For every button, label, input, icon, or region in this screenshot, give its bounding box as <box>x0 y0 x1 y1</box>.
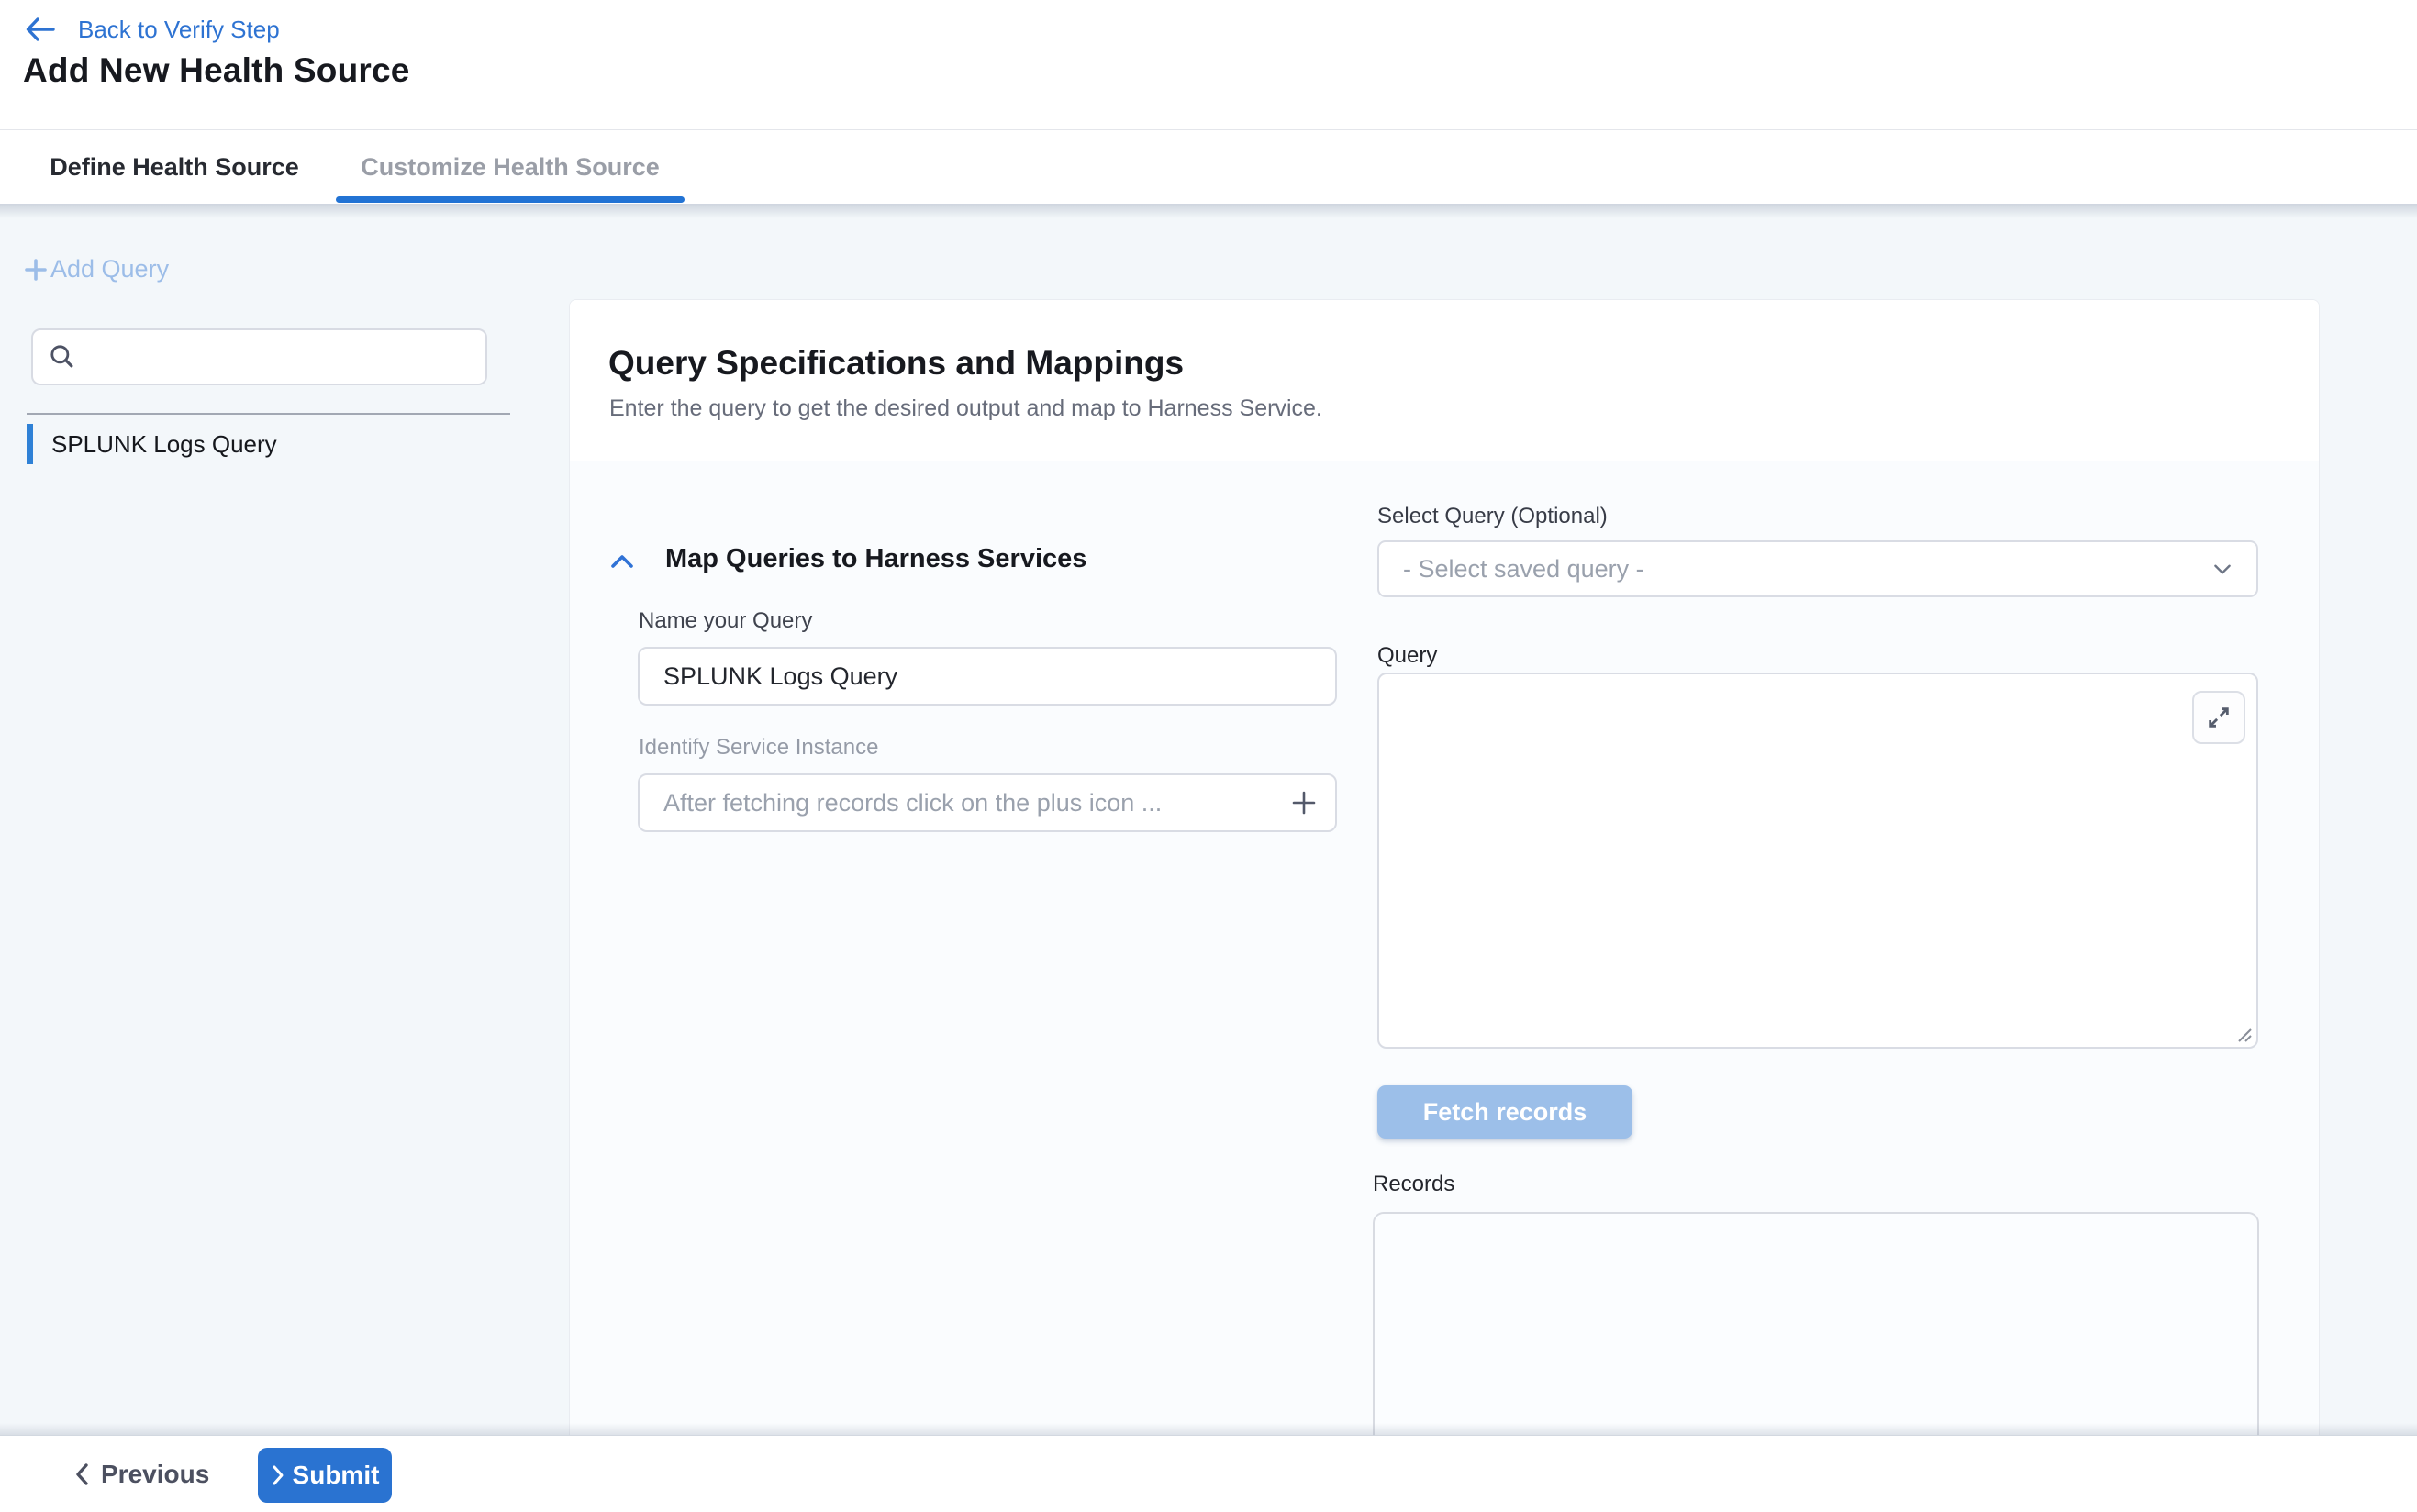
select-query-label: Select Query (Optional) <box>1377 504 1608 529</box>
card-header: Query Specifications and Mappings Enter … <box>570 300 2319 461</box>
service-instance-field <box>638 773 1337 832</box>
query-textarea[interactable] <box>1377 673 2258 1049</box>
tabbar-shadow <box>0 204 2417 218</box>
query-item-label: SPLUNK Logs Query <box>51 430 277 459</box>
selected-indicator <box>27 424 33 464</box>
search-icon <box>48 342 77 372</box>
saved-query-placeholder: - Select saved query - <box>1403 555 1644 584</box>
plus-icon <box>1288 787 1320 818</box>
expand-query-button[interactable] <box>2192 691 2245 744</box>
page-title: Add New Health Source <box>23 51 410 90</box>
content-area: Add Query SPLUNK Logs Query Query Specif… <box>0 204 2417 1436</box>
card-subtitle: Enter the query to get the desired outpu… <box>609 395 1322 422</box>
search-input[interactable] <box>77 330 485 384</box>
page-header: Back to Verify Step Add New Health Sourc… <box>0 0 2417 130</box>
expand-icon <box>2206 705 2232 730</box>
submit-label: Submit <box>293 1461 380 1490</box>
plus-icon <box>23 257 49 283</box>
add-service-instance-button[interactable] <box>1278 777 1330 828</box>
back-link-label: Back to Verify Step <box>78 16 280 44</box>
submit-button[interactable]: Submit <box>258 1448 392 1503</box>
previous-button[interactable]: Previous <box>73 1451 209 1498</box>
saved-query-select[interactable]: - Select saved query - <box>1377 540 2258 597</box>
name-query-label: Name your Query <box>639 608 812 634</box>
collapse-section-button[interactable] <box>607 546 638 577</box>
records-label: Records <box>1373 1172 1454 1197</box>
tab-label: Customize Health Source <box>361 153 660 182</box>
tab-customize-health-source[interactable]: Customize Health Source <box>336 130 685 204</box>
section-heading: Map Queries to Harness Services <box>665 544 1086 574</box>
chevron-up-icon <box>609 552 635 571</box>
chevron-left-icon <box>73 1462 90 1486</box>
fetch-records-button[interactable]: Fetch records <box>1377 1085 1632 1139</box>
query-list-item[interactable]: SPLUNK Logs Query <box>27 424 510 464</box>
tab-label: Define Health Source <box>50 153 299 182</box>
add-query-label: Add Query <box>50 255 169 284</box>
footer-bar: Previous Submit <box>0 1436 2417 1512</box>
query-label: Query <box>1377 643 1437 669</box>
chevron-right-icon <box>271 1464 285 1486</box>
tabbar: Define Health Source Customize Health So… <box>0 130 2417 204</box>
tab-define-health-source[interactable]: Define Health Source <box>42 130 306 204</box>
resize-handle-icon[interactable] <box>2233 1024 2254 1044</box>
add-query-button[interactable]: Add Query <box>23 255 169 284</box>
query-name-input[interactable] <box>638 647 1337 706</box>
previous-label: Previous <box>101 1460 209 1489</box>
records-box <box>1373 1212 2259 1436</box>
query-search-box <box>31 328 487 385</box>
sidebar-divider <box>27 413 510 415</box>
arrow-left-icon <box>25 17 56 42</box>
chevron-down-icon <box>2211 557 2234 581</box>
query-spec-card: Query Specifications and Mappings Enter … <box>569 299 2320 1436</box>
back-link[interactable]: Back to Verify Step <box>25 13 280 46</box>
active-tab-underline <box>336 196 685 203</box>
service-instance-label: Identify Service Instance <box>639 735 878 761</box>
service-instance-input[interactable] <box>640 775 1278 830</box>
card-title: Query Specifications and Mappings <box>608 344 1184 383</box>
